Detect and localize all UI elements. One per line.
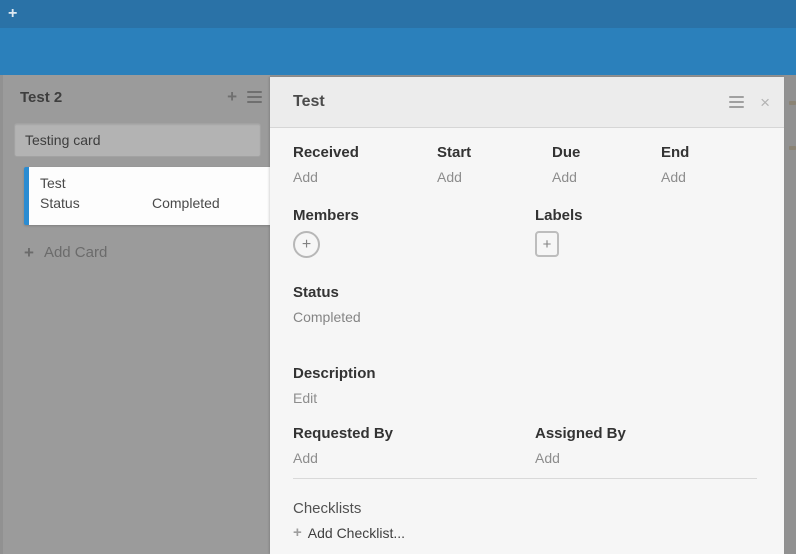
panel-body: Received Add Start Add Due Add End Add — [270, 143, 784, 554]
list-test2: Test 2 + Test Status Completed + Add Car… — [3, 75, 270, 554]
add-card-button[interactable]: + Add Card — [24, 244, 270, 261]
panel-close-icon[interactable]: × — [760, 94, 770, 111]
assigned-by-add-link[interactable]: Add — [535, 449, 560, 467]
requested-by-section: Requested By Add — [293, 424, 535, 468]
card-detail-panel: Test × Received Add Start Add Due Add — [270, 77, 784, 554]
mini-card-title: Test — [40, 175, 270, 191]
date-add-link[interactable]: Add — [293, 168, 318, 186]
board-canvas: Test 2 + Test Status Completed + Add Car… — [0, 75, 796, 554]
app-header: + — [0, 0, 796, 28]
date-add-link[interactable]: Add — [552, 168, 577, 186]
requested-assigned-row: Requested By Add Assigned By Add — [293, 424, 770, 468]
add-member-button[interactable]: + — [293, 231, 320, 258]
divider — [293, 478, 757, 479]
edit-description-link[interactable]: Edit — [293, 389, 317, 407]
date-label: Start — [437, 143, 552, 162]
cutoff-content-dash — [789, 101, 796, 105]
mini-card-field-label: Status — [40, 195, 152, 211]
status-value: Completed — [293, 308, 770, 326]
date-field-end: End Add — [661, 143, 770, 187]
list-title: Test 2 — [20, 89, 227, 106]
members-label: Members — [293, 206, 535, 225]
plus-icon: + — [543, 236, 552, 253]
description-section: Description Edit — [293, 364, 770, 408]
labels-section: Labels + — [535, 206, 770, 258]
add-checklist-label: Add Checklist... — [308, 525, 405, 541]
status-label: Status — [293, 283, 770, 302]
description-label: Description — [293, 364, 770, 383]
plus-icon: + — [302, 236, 311, 254]
date-label: Due — [552, 143, 661, 162]
date-field-received: Received Add — [293, 143, 437, 187]
members-section: Members + — [293, 206, 535, 258]
status-section: Status Completed — [293, 283, 770, 326]
add-card-label: Add Card — [44, 244, 107, 261]
requested-by-label: Requested By — [293, 424, 535, 443]
add-board-plus-icon[interactable]: + — [8, 6, 17, 22]
list-add-card-icon[interactable]: + — [227, 90, 237, 104]
date-label: End — [661, 143, 770, 162]
plus-icon: + — [293, 526, 302, 540]
panel-title: Test — [293, 93, 729, 111]
mini-card-field-value: Completed — [152, 195, 220, 211]
date-add-link[interactable]: Add — [437, 168, 462, 186]
members-labels-row: Members + Labels + — [293, 206, 770, 258]
date-label: Received — [293, 143, 437, 162]
dates-row: Received Add Start Add Due Add End Add — [293, 143, 770, 187]
add-checklist-link[interactable]: + Add Checklist... — [293, 525, 770, 541]
assigned-by-section: Assigned By Add — [535, 424, 770, 468]
checklists-title: Checklists — [293, 499, 770, 518]
list-header: Test 2 + — [3, 75, 270, 119]
date-add-link[interactable]: Add — [661, 168, 686, 186]
board-header-bar — [0, 28, 796, 75]
mini-card[interactable]: Test Status Completed — [24, 167, 270, 225]
panel-menu-icon[interactable] — [729, 93, 744, 111]
plus-icon: + — [24, 245, 34, 260]
list-menu-icon[interactable] — [247, 88, 262, 106]
cutoff-content-dash — [789, 146, 796, 150]
labels-label: Labels — [535, 206, 770, 225]
card-compose-input[interactable] — [14, 123, 261, 157]
requested-by-add-link[interactable]: Add — [293, 449, 318, 467]
date-field-start: Start Add — [437, 143, 552, 187]
add-label-button[interactable]: + — [535, 231, 559, 257]
date-field-due: Due Add — [552, 143, 661, 187]
assigned-by-label: Assigned By — [535, 424, 770, 443]
checklists-section: Checklists + Add Checklist... — [293, 499, 770, 541]
panel-header: Test × — [270, 77, 784, 128]
